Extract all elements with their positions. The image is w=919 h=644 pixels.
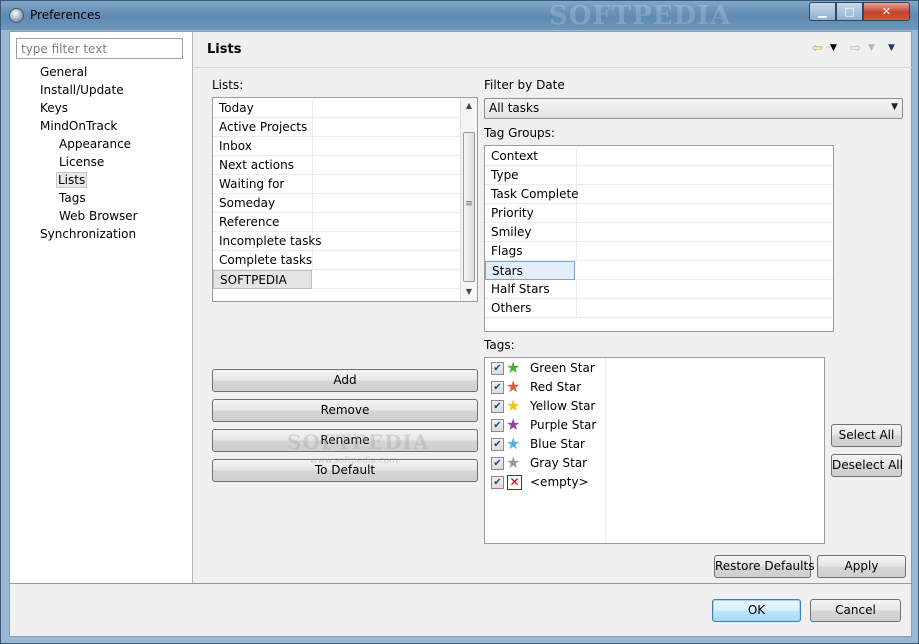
tree-item-mindontrack[interactable]: MindOnTrack [38, 119, 119, 133]
lists-scrollbar[interactable]: ▲ ≡ ▼ [460, 98, 477, 301]
dialog-body: General Install/Update Keys MindOnTrack … [9, 31, 912, 584]
checkbox[interactable]: ✔ [491, 438, 504, 451]
chevron-down-icon: ▼ [891, 102, 898, 112]
list-item-selected[interactable]: Stars [485, 261, 833, 280]
list-item[interactable]: Others [485, 299, 833, 318]
page-navigation: ⇦ ▼ ⇨ ▼ ▼ [810, 41, 910, 59]
tags-label: Tags: [484, 338, 515, 352]
list-item[interactable]: Priority [485, 204, 833, 223]
checkbox[interactable]: ✔ [491, 362, 504, 375]
tree-item-lists[interactable]: Lists [56, 172, 88, 188]
page-title: Lists [207, 42, 242, 57]
list-item[interactable]: Half Stars [485, 280, 833, 299]
checkbox[interactable]: ✔ [491, 457, 504, 470]
ok-button[interactable]: OK [712, 599, 801, 622]
close-icon: ✕ [881, 5, 892, 18]
list-item[interactable]: Active Projects [213, 118, 460, 137]
maximize-button[interactable]: □ [836, 2, 863, 21]
select-all-button[interactable]: Select All [831, 424, 902, 447]
tags-listbox[interactable]: ✔ ★ Green Star ✔ ★ Red Star ✔ ★ Yellow S… [484, 357, 825, 544]
tag-groups-listbox[interactable]: Context Type Task Complete Priority Smil… [484, 145, 834, 332]
view-menu-icon[interactable]: ▼ [888, 43, 895, 53]
window-title: Preferences [30, 8, 101, 22]
forward-dropdown-icon[interactable]: ▼ [868, 43, 875, 53]
back-arrow-icon[interactable]: ⇦ [812, 41, 823, 56]
softpedia-url-watermark: www.softpedia.com [310, 456, 398, 466]
list-item[interactable]: Flags [485, 242, 833, 261]
checkbox[interactable]: ✔ [491, 400, 504, 413]
lists-label: Lists: [212, 78, 244, 92]
tree-item-general[interactable]: General [38, 65, 89, 79]
list-item[interactable]: Reference [213, 213, 460, 232]
list-item[interactable]: Complete tasks [213, 251, 460, 270]
grip-icon: ≡ [465, 199, 473, 209]
list-item-selected[interactable]: SOFTPEDIA [213, 270, 460, 289]
blue-star-icon: ★ [506, 434, 521, 453]
apply-button[interactable]: Apply [817, 555, 906, 578]
tree-item-web-browser[interactable]: Web Browser [57, 209, 140, 223]
minimize-button[interactable]: ▁ [809, 2, 836, 21]
remove-button[interactable]: Remove [212, 399, 478, 422]
list-item[interactable]: Someday [213, 194, 460, 213]
list-item[interactable]: Task Complete [485, 185, 833, 204]
title-watermark: SOFTPEDIA [549, 1, 732, 31]
forward-arrow-icon[interactable]: ⇨ [850, 41, 861, 56]
checkbox[interactable]: ✔ [491, 476, 504, 489]
checkbox[interactable]: ✔ [491, 381, 504, 394]
scroll-up-icon[interactable]: ▲ [461, 98, 477, 114]
filter-by-date-label: Filter by Date [484, 78, 565, 92]
preferences-window: Preferences SOFTPEDIA ▁ □ ✕ General Inst… [0, 0, 919, 644]
preference-tree: General Install/Update Keys MindOnTrack … [10, 32, 193, 583]
green-star-icon: ★ [506, 358, 521, 377]
deselect-all-button[interactable]: Deselect All [831, 454, 903, 477]
dialog-button-bar: OK Cancel [9, 584, 912, 637]
list-item[interactable]: Context [485, 147, 833, 166]
list-item[interactable]: Waiting for [213, 175, 460, 194]
close-button[interactable]: ✕ [863, 2, 910, 21]
back-dropdown-icon[interactable]: ▼ [830, 43, 837, 53]
tree-item-tags[interactable]: Tags [57, 191, 88, 205]
list-item[interactable]: Inbox [213, 137, 460, 156]
restore-defaults-button[interactable]: Restore Defaults [714, 555, 814, 578]
tree-item-appearance[interactable]: Appearance [57, 137, 133, 151]
filter-by-date-value: All tasks [489, 101, 540, 115]
purple-star-icon: ★ [506, 415, 521, 434]
softpedia-watermark: SOFTPEDIA [287, 430, 430, 454]
list-item[interactable]: Today [213, 99, 460, 118]
red-star-icon: ★ [506, 377, 521, 396]
list-item[interactable]: Next actions [213, 156, 460, 175]
yellow-star-icon: ★ [506, 396, 521, 415]
cancel-button[interactable]: Cancel [810, 599, 901, 622]
tree-item-install-update[interactable]: Install/Update [38, 83, 126, 97]
tag-groups-label: Tag Groups: [484, 126, 555, 140]
filter-by-date-select[interactable]: All tasks ▼ [484, 98, 903, 119]
checkbox[interactable]: ✔ [491, 419, 504, 432]
scroll-down-icon[interactable]: ▼ [461, 284, 477, 300]
title-bar[interactable]: Preferences SOFTPEDIA ▁ □ ✕ [1, 1, 918, 31]
header-divider [194, 67, 912, 68]
maximize-icon: □ [844, 5, 855, 18]
tree-item-synchronization[interactable]: Synchronization [38, 227, 138, 241]
list-item[interactable]: Smiley [485, 223, 833, 242]
filter-input[interactable] [16, 38, 183, 59]
add-button[interactable]: Add [212, 369, 478, 392]
column-divider [605, 358, 606, 543]
list-item[interactable]: Type [485, 166, 833, 185]
tree-item-keys[interactable]: Keys [38, 101, 70, 115]
empty-x-icon: ✕ [507, 475, 522, 490]
gray-star-icon: ★ [506, 453, 521, 472]
lists-listbox[interactable]: Today Active Projects Inbox Next actions… [212, 97, 478, 302]
minimize-icon: ▁ [818, 5, 827, 18]
tree-item-license[interactable]: License [57, 155, 106, 169]
list-item[interactable]: Incomplete tasks [213, 232, 460, 251]
scroll-thumb[interactable]: ≡ [463, 132, 475, 282]
app-icon [9, 8, 24, 23]
